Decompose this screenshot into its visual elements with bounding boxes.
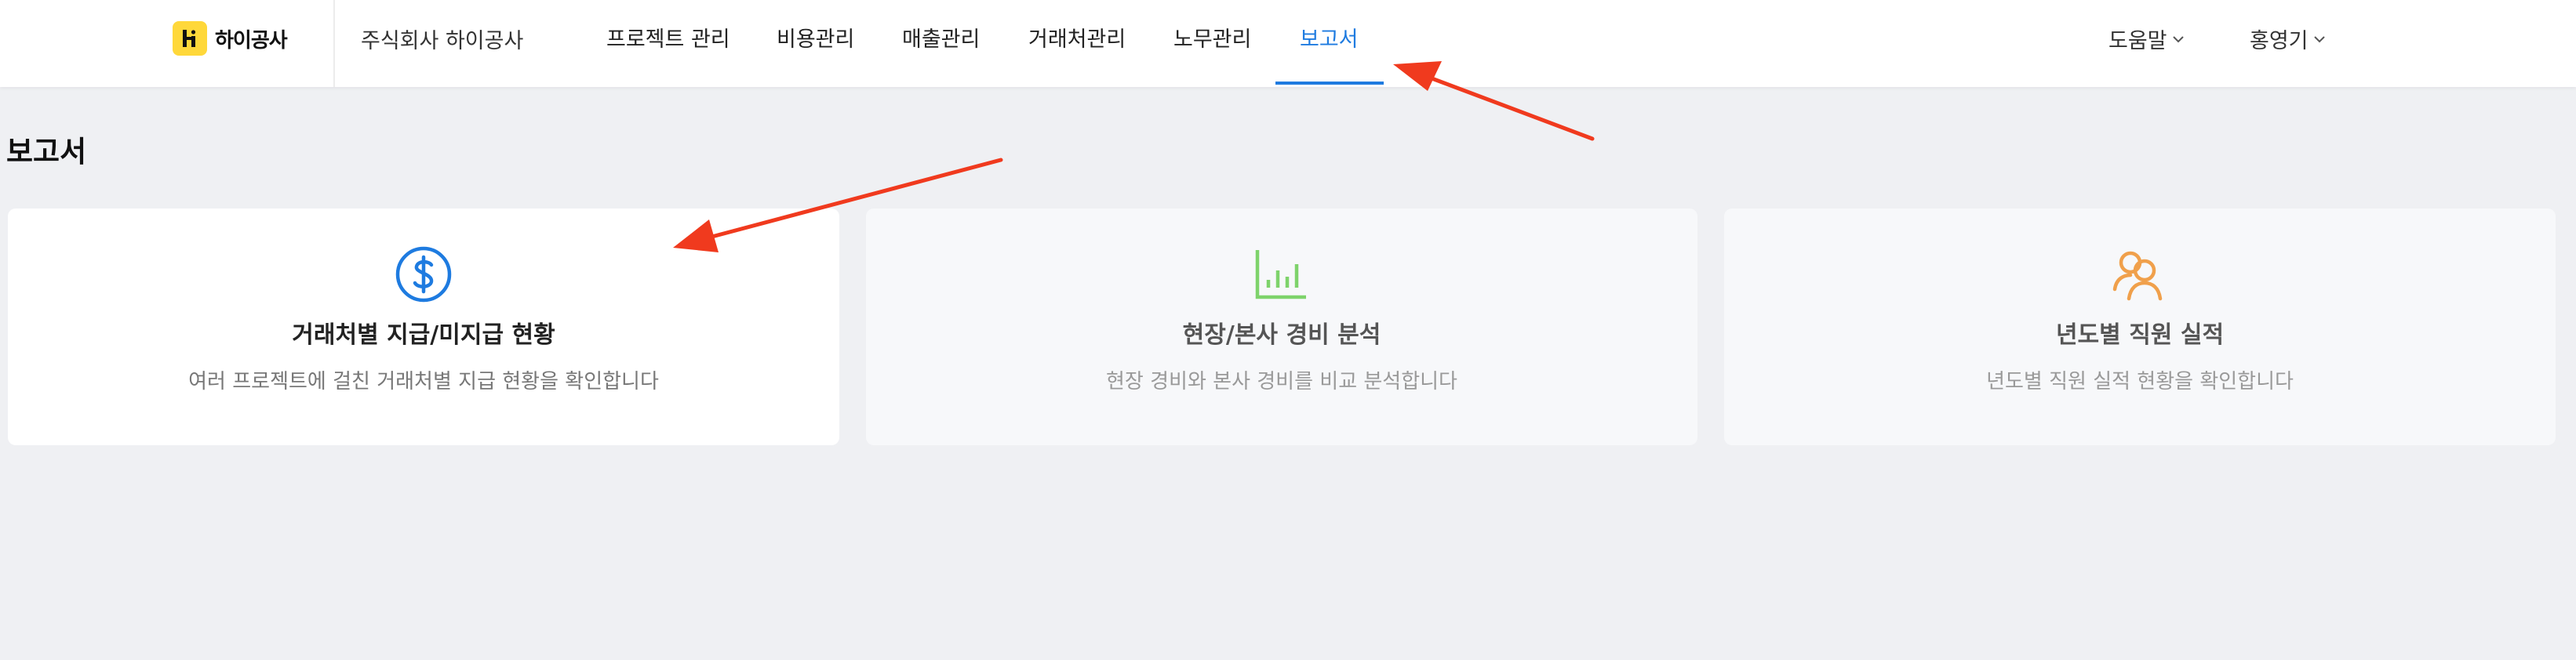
card-title: 년도별 직원 실적 [2055,321,2225,349]
page-title: 보고서 [6,135,87,169]
report-card-expense-analysis[interactable]: 현장/본사 경비 분석 현장 경비와 본사 경비를 비교 분석합니다 [866,209,1697,445]
top-navigation-bar: 하이공사 주식회사 하이공사 프로젝트 관리 비용관리 매출관리 거래처관리 노… [0,0,2576,87]
bar-chart-icon [1254,246,1309,303]
users-icon [2112,246,2168,303]
report-card-client-payment[interactable]: 거래처별 지급/미지급 현황 여러 프로젝트에 걸친 거래처별 지급 현황을 확… [8,209,839,445]
card-title: 거래처별 지급/미지급 현황 [292,321,555,349]
report-card-employee-performance[interactable]: 년도별 직원 실적 년도별 직원 실적 현황을 확인합니다 [1724,209,2556,445]
help-dropdown[interactable]: 도움말 [2108,24,2185,54]
card-description: 현장 경비와 본사 경비를 비교 분석합니다 [1106,370,1457,393]
active-nav-indicator [1275,82,1384,85]
nav-cost-management[interactable]: 비용관리 [777,22,854,53]
card-description: 년도별 직원 실적 현황을 확인합니다 [1986,370,2294,393]
card-title: 현장/본사 경비 분석 [1182,321,1381,349]
nav-client-management[interactable]: 거래처관리 [1028,22,1126,53]
nav-sales-management[interactable]: 매출관리 [902,22,980,53]
company-name: 주식회사 하이공사 [361,29,524,53]
dollar-icon [395,246,453,303]
logo-mark-icon [173,21,207,56]
nav-reports[interactable]: 보고서 [1300,22,1359,53]
logo[interactable]: 하이공사 [173,21,288,56]
chevron-down-icon [2313,35,2325,42]
chevron-down-icon [2172,35,2184,42]
card-description: 여러 프로젝트에 걸친 거래처별 지급 현황을 확인합니다 [188,370,659,393]
nav-labor-management[interactable]: 노무관리 [1173,22,1251,53]
user-name: 홍영기 [2250,29,2309,53]
nav-project-management[interactable]: 프로젝트 관리 [606,22,730,53]
help-label: 도움말 [2108,29,2167,53]
header-divider [333,0,335,87]
user-dropdown[interactable]: 홍영기 [2250,24,2326,54]
logo-text: 하이공사 [215,28,288,53]
